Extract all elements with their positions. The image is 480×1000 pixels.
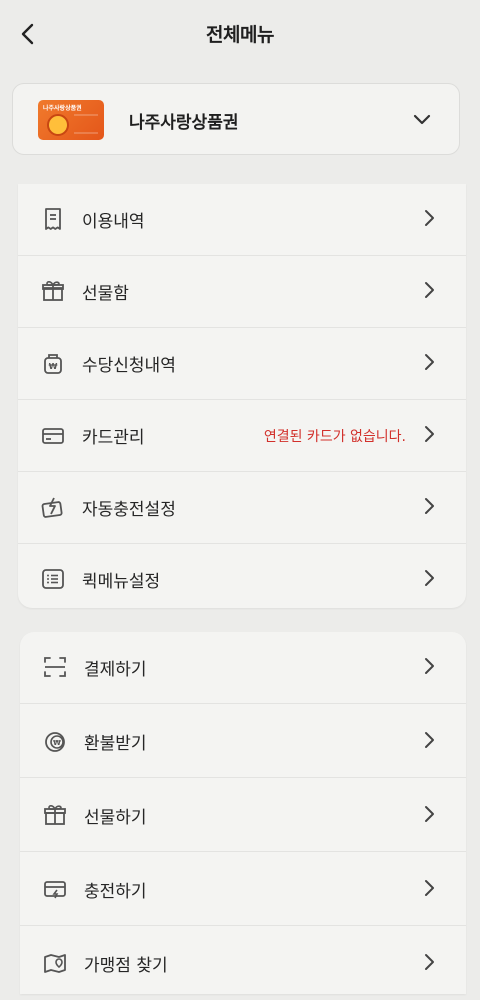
chevron-right-icon <box>425 732 434 748</box>
chevron-right-icon <box>425 806 434 822</box>
chevron-right-icon <box>425 954 434 970</box>
list-icon <box>42 569 64 589</box>
chevron-right-icon <box>425 426 434 442</box>
gift-box-icon <box>42 281 64 301</box>
chevron-right-icon <box>425 354 434 370</box>
menu-item-card-management[interactable]: 카드관리 연결된 카드가 없습니다. <box>18 400 466 472</box>
menu-item-label: 이용내역 <box>82 212 145 232</box>
chevron-right-icon <box>425 210 434 226</box>
svg-text:₩: ₩ <box>49 362 58 371</box>
refund-icon: ₩ <box>45 732 65 752</box>
mascot-image <box>47 114 69 136</box>
menu-item-label: 가맹점 찾기 <box>84 956 168 976</box>
voucher-thumbnail: 나주사랑상품권 <box>38 100 104 140</box>
menu-item-label: 퀵메뉴설정 <box>82 572 161 592</box>
voucher-thumbnail-logo: 나주사랑상품권 <box>43 105 82 112</box>
menu-item-auto-charge-settings[interactable]: 자동충전설정 <box>18 472 466 544</box>
chevron-down-icon[interactable] <box>411 108 433 130</box>
menu-item-label: 선물함 <box>82 284 129 304</box>
menu-item-pay[interactable]: 결제하기 <box>20 632 466 704</box>
menu-item-label: 수당신청내역 <box>82 356 176 376</box>
menu-item-allowance-history[interactable]: ₩ 수당신청내역 <box>18 328 466 400</box>
menu-item-label: 충전하기 <box>84 882 147 902</box>
page-title: 전체메뉴 <box>206 24 274 46</box>
voucher-thumbnail-decoration <box>74 114 98 134</box>
receipt-icon <box>45 208 61 230</box>
voucher-selector[interactable]: 나주사랑상품권 나주사랑상품권 <box>12 83 460 155</box>
menu-group-account: 이용내역 선물함 ₩ 수당신청내역 카드관리 연결된 카드가 없습니다. 자동충… <box>18 184 466 608</box>
menu-group-actions: 결제하기 ₩ 환불받기 선물하기 충전하기 가맹점 찾기 <box>20 632 466 994</box>
menu-item-refund[interactable]: ₩ 환불받기 <box>20 706 466 778</box>
scan-icon <box>44 657 66 677</box>
menu-item-label: 자동충전설정 <box>82 500 176 520</box>
chevron-right-icon <box>425 880 434 896</box>
header: 전체메뉴 <box>0 0 480 66</box>
menu-item-find-store[interactable]: 가맹점 찾기 <box>20 928 466 1000</box>
map-pin-icon <box>44 954 66 973</box>
auto-charge-icon <box>41 497 63 518</box>
menu-item-label: 선물하기 <box>84 808 147 828</box>
chevron-right-icon <box>425 282 434 298</box>
menu-item-gift-box[interactable]: 선물함 <box>18 256 466 328</box>
menu-item-usage-history[interactable]: 이용내역 <box>18 184 466 256</box>
menu-item-label: 카드관리 <box>82 428 145 448</box>
charge-card-icon <box>44 881 66 899</box>
menu-item-send-gift[interactable]: 선물하기 <box>20 780 466 852</box>
chevron-right-icon <box>425 570 434 586</box>
no-card-notice: 연결된 카드가 없습니다. <box>263 429 406 445</box>
svg-text:₩: ₩ <box>53 739 61 747</box>
chevron-right-icon <box>425 498 434 514</box>
menu-item-quick-menu-settings[interactable]: 퀵메뉴설정 <box>18 544 466 616</box>
menu-item-label: 결제하기 <box>84 660 147 680</box>
won-bag-icon: ₩ <box>44 354 62 374</box>
card-icon <box>42 428 64 444</box>
menu-item-label: 환불받기 <box>84 734 147 754</box>
gift-icon <box>44 805 66 825</box>
menu-item-charge[interactable]: 충전하기 <box>20 854 466 926</box>
voucher-name: 나주사랑상품권 <box>129 113 239 133</box>
chevron-right-icon <box>425 658 434 674</box>
